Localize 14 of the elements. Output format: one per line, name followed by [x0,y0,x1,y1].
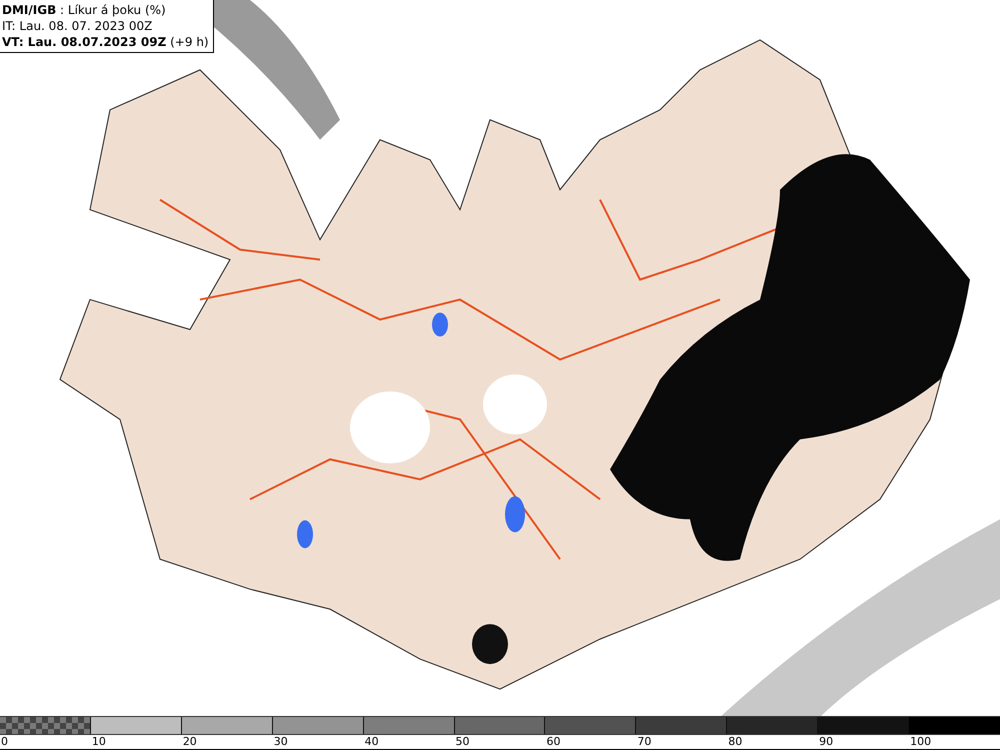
legend-label: 30 [274,735,288,748]
legend-label: 20 [182,735,197,748]
info-line: VT: Lau. 08.07.2023 09Z (+9 h) [2,34,209,50]
legend-label: 40 [364,735,379,748]
legend-label: 0 [1,735,8,748]
legend-label: 60 [546,735,560,748]
legend-label: 90 [819,735,834,748]
info-line: DMI/IGB : Líkur á þoku (%) [2,2,167,18]
legend-label: 10 [92,735,106,748]
legend-label: 80 [728,735,742,748]
legend-label: 50 [456,735,470,748]
info-line: IT: Lau. 08. 07. 2023 00Z [2,18,154,34]
legend-label: 100 [910,735,932,748]
legend-label: 70 [637,735,652,748]
